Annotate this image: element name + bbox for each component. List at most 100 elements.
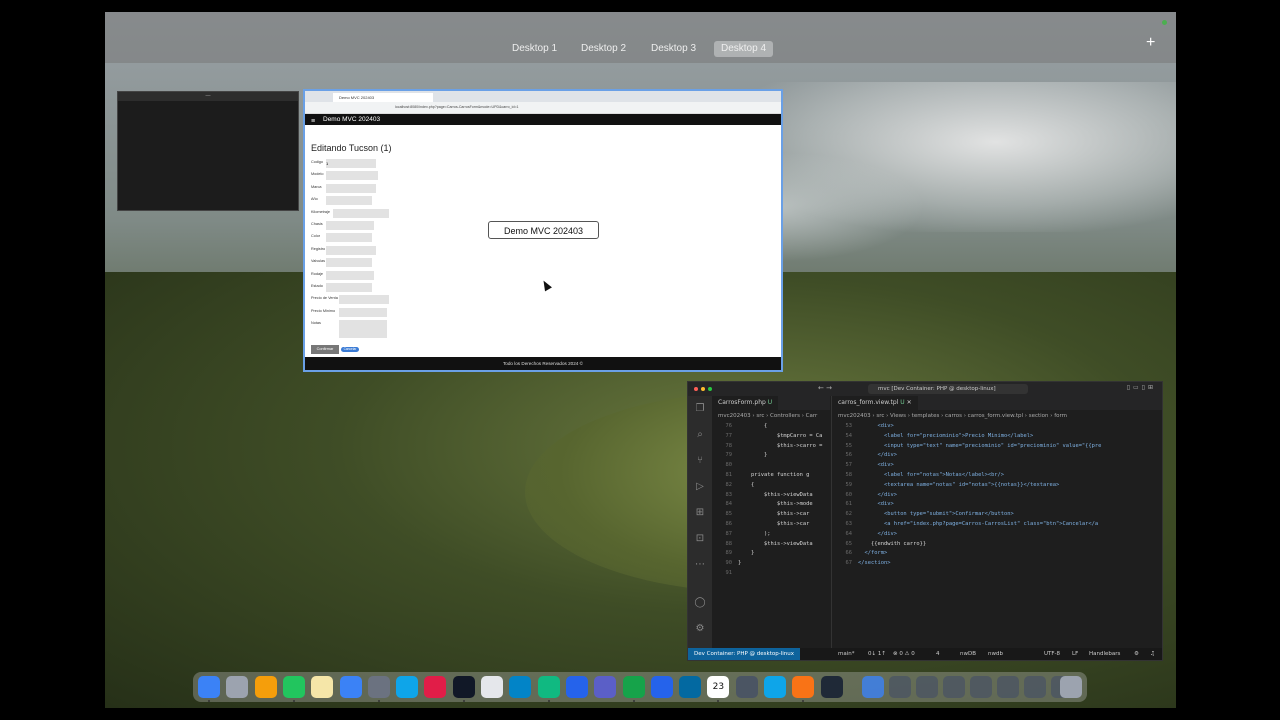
- code-line[interactable]: $this->viewData: [738, 540, 813, 550]
- eol-status[interactable]: LF: [1072, 648, 1078, 660]
- calculator-icon[interactable]: [735, 676, 758, 698]
- app-title[interactable]: Demo MVC 202403: [323, 116, 380, 123]
- extensions-icon[interactable]: ⊞: [688, 500, 712, 526]
- source-control-icon[interactable]: ⑂: [688, 448, 712, 474]
- run-debug-icon[interactable]: ▷: [688, 474, 712, 500]
- close-icon[interactable]: [694, 387, 698, 391]
- add-desktop-button[interactable]: +: [1146, 34, 1155, 52]
- field-input[interactable]: [326, 196, 372, 206]
- field-input[interactable]: [326, 270, 374, 280]
- desktop-1-tab[interactable]: Desktop 1: [505, 41, 564, 57]
- code-line[interactable]: }: [738, 549, 754, 559]
- settings-sync-icon[interactable]: ⚙: [1134, 648, 1139, 660]
- word-icon[interactable]: [650, 676, 673, 698]
- edge-icon[interactable]: [509, 676, 532, 698]
- ports-status[interactable]: 4: [936, 648, 940, 660]
- desktop-2-tab[interactable]: Desktop 2: [574, 41, 633, 57]
- finder-icon[interactable]: [198, 676, 220, 698]
- tab-carros-form-view-tpl[interactable]: carros_form.view.tpl U ✕: [832, 396, 918, 410]
- field-input[interactable]: [326, 221, 374, 230]
- field-input[interactable]: [333, 208, 389, 218]
- command-center-search[interactable]: mvc [Dev Container: PHP @ desktop-linux]: [868, 384, 1028, 394]
- minimized-window-thumbnail[interactable]: [862, 676, 884, 698]
- remote-indicator[interactable]: Dev Container: PHP @ desktop-linux: [688, 648, 800, 660]
- field-input[interactable]: [326, 258, 372, 268]
- maximize-icon[interactable]: [708, 387, 712, 391]
- desktop-4-tab[interactable]: Desktop 4: [714, 41, 774, 57]
- layout-controls-icon[interactable]: ▯▭▯⊞: [1127, 384, 1156, 391]
- field-input[interactable]: [339, 295, 389, 305]
- encoding-status[interactable]: UTF-8: [1044, 648, 1060, 660]
- code-line[interactable]: $this->carro =: [738, 442, 822, 452]
- field-input[interactable]: 1: [326, 159, 376, 168]
- app-store-icon[interactable]: [339, 676, 362, 698]
- code-line[interactable]: <button type="submit">Confirmar</button>: [858, 510, 1014, 520]
- excel-icon[interactable]: [622, 676, 645, 698]
- web-icon[interactable]: [537, 676, 560, 698]
- field-input[interactable]: [326, 233, 372, 243]
- code-line[interactable]: <div>: [858, 500, 893, 510]
- code-line[interactable]: }: [738, 451, 767, 461]
- nav-arrows-icon[interactable]: ← →: [818, 384, 832, 392]
- minimize-icon[interactable]: [701, 387, 705, 391]
- trash-icon[interactable]: [1060, 676, 1082, 698]
- bell-icon[interactable]: ♫: [1150, 648, 1155, 660]
- db-status-1[interactable]: nwDB: [960, 648, 976, 660]
- editor-right[interactable]: carros_form.view.tpl U ✕ mvc202403 › src…: [831, 396, 1162, 650]
- facetime-icon[interactable]: [282, 676, 305, 698]
- code-line[interactable]: </div>: [858, 451, 896, 461]
- code-line[interactable]: $this->mode: [738, 500, 813, 510]
- code-line[interactable]: <label for="notas">Notas</label><br/>: [858, 471, 1004, 481]
- more-icon[interactable]: ⋯: [688, 552, 712, 578]
- explorer-icon[interactable]: ❐: [688, 396, 712, 422]
- notes-icon[interactable]: [311, 676, 334, 698]
- launchpad-icon[interactable]: [226, 676, 249, 698]
- minimized-window-thumbnail[interactable]: [970, 676, 992, 698]
- code-line[interactable]: </section>: [858, 559, 890, 569]
- brave-icon[interactable]: [792, 676, 815, 698]
- settings-icon[interactable]: [367, 676, 390, 698]
- problems-status[interactable]: ⊗ 0 ⚠ 0: [893, 648, 915, 660]
- terminal-icon[interactable]: [452, 676, 475, 698]
- vscode-window[interactable]: ← → mvc [Dev Container: PHP @ desktop-li…: [687, 381, 1163, 661]
- field-input[interactable]: [326, 183, 376, 193]
- minimized-window-thumbnail[interactable]: [997, 676, 1019, 698]
- code-line[interactable]: }: [738, 559, 741, 569]
- slack-icon[interactable]: [424, 676, 447, 698]
- minimized-window-thumbnail[interactable]: [916, 676, 938, 698]
- vscode-icon[interactable]: [396, 676, 419, 698]
- field-input[interactable]: [339, 307, 387, 317]
- remote-explorer-icon[interactable]: ⊡: [688, 526, 712, 552]
- code-line[interactable]: </div>: [858, 491, 896, 501]
- search-icon[interactable]: ⌕: [688, 422, 712, 448]
- address-bar[interactable]: localhost:8080/index.php?page=Carros-Car…: [395, 104, 615, 111]
- settings-gear-icon[interactable]: ⚙: [688, 616, 712, 642]
- account-icon[interactable]: ◯: [688, 590, 712, 616]
- field-input[interactable]: [326, 171, 378, 181]
- confirm-button[interactable]: Confirmar: [311, 345, 339, 354]
- field-input[interactable]: [339, 320, 387, 339]
- calendar-icon[interactable]: 23: [707, 676, 730, 698]
- menu-icon[interactable]: ≡: [311, 116, 315, 127]
- code-line[interactable]: <div>: [858, 461, 893, 471]
- code-line[interactable]: <a href="index.php?page=Carros-CarrosLis…: [858, 520, 1098, 530]
- code-line[interactable]: <div>: [858, 422, 893, 432]
- field-input[interactable]: [326, 283, 372, 292]
- code-line[interactable]: $this->car: [738, 510, 809, 520]
- textedit-icon[interactable]: [481, 676, 503, 698]
- code-line[interactable]: $tmpCarro = Ca: [738, 432, 822, 442]
- teams-icon[interactable]: [594, 676, 617, 698]
- sync-status[interactable]: 0↓ 1↑: [868, 648, 886, 660]
- code-line[interactable]: <textarea name="notas" id="notas">{{nota…: [858, 481, 1059, 491]
- code-line[interactable]: );: [738, 530, 771, 540]
- demo-mvc-button[interactable]: Demo MVC 202403: [488, 221, 599, 239]
- chrome-icon[interactable]: [254, 676, 277, 698]
- code-line[interactable]: $this->car: [738, 520, 809, 530]
- code-line[interactable]: </div>: [858, 530, 896, 540]
- code-line[interactable]: {{endwith carro}}: [858, 540, 926, 550]
- code-line[interactable]: $this->viewData: [738, 491, 813, 501]
- code-line[interactable]: <input type="text" name="preciominio" id…: [858, 442, 1101, 452]
- code-line[interactable]: {: [738, 422, 767, 432]
- safari-icon[interactable]: [820, 676, 843, 698]
- editor-left[interactable]: CarrosForm.php U mvc202403 › src › Contr…: [712, 396, 830, 650]
